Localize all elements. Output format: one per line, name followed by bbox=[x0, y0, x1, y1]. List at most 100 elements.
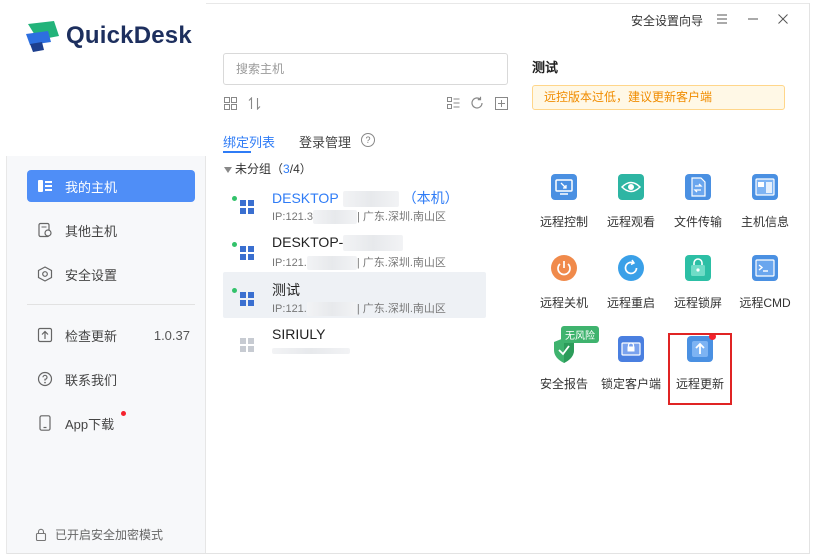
tab-login-management[interactable]: 登录管理 bbox=[299, 132, 351, 151]
redacted-text bbox=[306, 302, 357, 317]
remote-restart-icon bbox=[618, 255, 644, 281]
host-ip-text: IP:121. bbox=[272, 257, 307, 269]
redacted-text bbox=[342, 191, 399, 208]
group-paren-close: ） bbox=[299, 162, 312, 176]
action-label: 远程观看 bbox=[606, 215, 655, 229]
sidebar-item-label: 检查更新 bbox=[65, 328, 118, 344]
sidebar-item-label: 联系我们 bbox=[65, 372, 118, 388]
host-row[interactable]: DESKTOP （本机） IP:121.3 | 广东.深圳.南山区 bbox=[223, 180, 486, 226]
host-row[interactable]: SIRIULY bbox=[223, 318, 486, 364]
redacted-text bbox=[272, 348, 350, 354]
action-label: 锁定客户端 bbox=[600, 377, 661, 391]
remote-control-icon bbox=[551, 174, 577, 200]
sidebar-item-label: 安全设置 bbox=[65, 267, 118, 283]
host-info-button[interactable]: 主机信息 bbox=[732, 174, 798, 234]
online-status-dot bbox=[232, 242, 237, 247]
action-label: 安全报告 bbox=[539, 377, 588, 391]
redacted-text bbox=[312, 210, 357, 225]
encryption-status: 已开启安全加密模式 bbox=[35, 526, 163, 543]
menu-icon[interactable] bbox=[714, 10, 730, 28]
search-input[interactable] bbox=[223, 53, 508, 85]
remote-shutdown-button[interactable]: 远程关机 bbox=[531, 255, 597, 315]
window-border bbox=[6, 553, 810, 554]
redacted-text bbox=[306, 256, 357, 271]
windows-icon bbox=[240, 200, 254, 214]
host-location: | 广东.深圳.南山区 bbox=[356, 257, 446, 269]
highlight-box bbox=[668, 333, 732, 405]
group-paren-open: （ bbox=[271, 162, 284, 176]
host-ip: IP:121. | 广东.深圳.南山区 bbox=[272, 300, 446, 317]
action-label: 远程重启 bbox=[606, 296, 655, 310]
host-location: | 广东.深圳.南山区 bbox=[356, 303, 446, 315]
sidebar-item-security-settings[interactable]: 安全设置 bbox=[27, 258, 195, 290]
windows-icon bbox=[240, 338, 254, 352]
notification-dot bbox=[121, 411, 126, 416]
update-icon bbox=[37, 327, 53, 343]
sidebar-item-other-hosts[interactable]: 其他主机 bbox=[27, 214, 195, 246]
group-name: 未分组 bbox=[235, 162, 272, 176]
file-transfer-button[interactable]: 文件传输 bbox=[665, 174, 731, 234]
host-ip: IP:121. | 广东.深圳.南山区 bbox=[272, 254, 446, 271]
sidebar-item-label: 我的主机 bbox=[65, 179, 118, 195]
online-status-dot bbox=[232, 288, 237, 293]
host-local-suffix: （本机） bbox=[402, 190, 459, 206]
sidebar-item-my-hosts[interactable]: 我的主机 bbox=[27, 170, 195, 202]
close-icon[interactable] bbox=[775, 10, 791, 28]
remote-control-button[interactable]: 远程控制 bbox=[531, 174, 597, 234]
hosts-icon bbox=[37, 178, 53, 194]
logo-area: QuickDesk bbox=[0, 0, 206, 156]
list-view-icon[interactable] bbox=[446, 96, 460, 110]
help-icon bbox=[37, 371, 53, 387]
host-location: | 广东.深圳.南山区 bbox=[356, 211, 447, 223]
host-row-selected[interactable]: 测试 IP:121. | 广东.深圳.南山区 bbox=[223, 272, 486, 318]
tab-bound-list[interactable]: 绑定列表 bbox=[223, 132, 275, 151]
remote-view-button[interactable]: 远程观看 bbox=[598, 174, 664, 234]
grid-view-icon[interactable] bbox=[223, 96, 237, 110]
remote-cmd-button[interactable]: 远程CMD bbox=[732, 255, 798, 315]
active-tab-indicator bbox=[223, 151, 251, 153]
host-name: 测试 bbox=[272, 282, 300, 298]
host-ip: IP:121.3 | 广东.深圳.南山区 bbox=[272, 208, 447, 225]
action-label: 远程关机 bbox=[539, 296, 588, 310]
host-ip-text: IP:121. bbox=[272, 303, 307, 315]
host-group-header[interactable]: 未分组（3/4） bbox=[224, 160, 312, 177]
host-name: DESKTOP （本机） bbox=[272, 188, 459, 208]
caret-down-icon bbox=[224, 162, 232, 176]
host-info-icon bbox=[752, 174, 778, 200]
windows-icon bbox=[240, 246, 254, 260]
windows-icon bbox=[240, 292, 254, 306]
remote-restart-button[interactable]: 远程重启 bbox=[598, 255, 664, 315]
remote-lock-screen-button[interactable]: 远程锁屏 bbox=[665, 255, 731, 315]
host-row[interactable]: DESKTOP- IP:121. | 广东.深圳.南山区 bbox=[223, 226, 486, 272]
sidebar-item-app-download[interactable]: App下载 bbox=[27, 407, 195, 439]
sidebar-item-check-update[interactable]: 检查更新 1.0.37 bbox=[27, 319, 195, 351]
add-host-icon[interactable] bbox=[494, 96, 508, 110]
lock-client-button[interactable]: 锁定客户端 bbox=[598, 336, 664, 396]
online-status-dot bbox=[232, 196, 237, 201]
security-guide-link[interactable]: 安全设置向导 bbox=[631, 12, 703, 29]
action-label: 文件传输 bbox=[673, 215, 722, 229]
app-window: QuickDesk 我的主机 其他主机 安全设置 检查更新 1.0.37 联系我… bbox=[0, 0, 814, 557]
action-label: 远程控制 bbox=[539, 215, 588, 229]
security-icon bbox=[37, 266, 53, 282]
security-report-button[interactable]: 安全报告 bbox=[531, 336, 597, 396]
phone-icon bbox=[37, 415, 53, 431]
group-online-count: 3 bbox=[283, 162, 290, 176]
host-ip-text: IP:121.3 bbox=[272, 211, 313, 223]
host-name-text: DESKTOP- bbox=[272, 234, 344, 250]
action-label: 远程锁屏 bbox=[673, 296, 722, 310]
sidebar-item-contact-us[interactable]: 联系我们 bbox=[27, 363, 195, 395]
encryption-status-label: 已开启安全加密模式 bbox=[55, 528, 164, 542]
question-icon[interactable]: ? bbox=[361, 133, 375, 147]
redacted-text bbox=[343, 235, 404, 252]
refresh-icon[interactable] bbox=[470, 96, 484, 110]
host-name: SIRIULY bbox=[272, 326, 326, 342]
quickdesk-logo-icon bbox=[24, 18, 62, 54]
minimize-icon[interactable] bbox=[745, 10, 761, 28]
sort-icon[interactable] bbox=[247, 96, 261, 110]
version-warning: 远控版本过低，建议更新客户端 bbox=[532, 85, 785, 110]
other-hosts-icon bbox=[37, 222, 53, 238]
version-label: 1.0.37 bbox=[153, 327, 190, 343]
remote-shutdown-icon bbox=[551, 255, 577, 281]
remote-lock-icon bbox=[685, 255, 711, 281]
